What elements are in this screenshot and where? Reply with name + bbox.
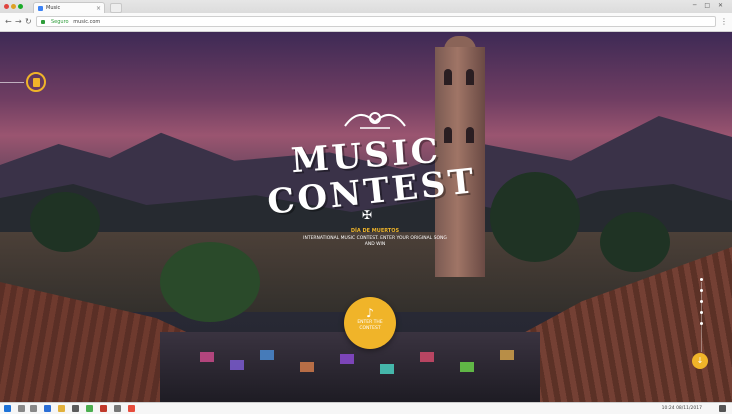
browser-nav-bar: ← → ↻ Seguro music.com ⋮ — [0, 13, 732, 32]
crowd — [160, 332, 540, 402]
close-window-icon[interactable] — [4, 4, 9, 9]
edge-icon[interactable] — [44, 405, 51, 412]
file-explorer-icon[interactable] — [58, 405, 65, 412]
tree — [600, 212, 670, 272]
pager-dot[interactable] — [700, 311, 703, 314]
tree — [160, 242, 260, 322]
sidebar-line — [0, 82, 24, 83]
new-tab-button[interactable] — [110, 3, 122, 13]
papel-picado-flag — [300, 362, 314, 372]
enter-contest-button[interactable]: ♪ ENTER THE CONTEST — [344, 297, 396, 349]
app-icon[interactable] — [100, 405, 107, 412]
task-view-icon[interactable] — [30, 405, 37, 412]
pager-dot[interactable] — [700, 289, 703, 292]
tower-window — [444, 69, 452, 85]
browser-menu-icon[interactable]: ⋮ — [720, 16, 728, 28]
hero-description: INTERNATIONAL MUSIC CONTEST. ENTER YOUR … — [303, 236, 447, 247]
tray-date: 08/11/2017 — [676, 406, 702, 411]
document-icon — [33, 78, 40, 87]
pager-dot[interactable] — [700, 322, 703, 325]
crossed-swords-icon: ✠ — [362, 208, 373, 222]
papel-picado-flag — [260, 350, 274, 360]
tower-window — [466, 69, 474, 85]
forward-button[interactable]: → — [15, 16, 22, 28]
papel-picado-flag — [380, 364, 394, 374]
maximize-window-icon[interactable] — [18, 4, 23, 9]
reload-button[interactable]: ↻ — [25, 16, 32, 28]
lock-icon — [41, 20, 45, 24]
papel-picado-flag — [420, 352, 434, 362]
pager-dot[interactable] — [700, 278, 703, 281]
favicon-icon — [38, 6, 43, 11]
store-icon[interactable] — [72, 405, 79, 412]
notification-icon[interactable] — [719, 405, 726, 412]
chrome-icon[interactable] — [86, 405, 93, 412]
ornament-svg — [344, 112, 406, 129]
system-tray[interactable]: 10:24 08/11/2017 — [662, 405, 702, 412]
address-bar[interactable]: Seguro music.com — [36, 16, 716, 27]
browser-tab[interactable]: Music × — [33, 2, 105, 13]
papel-picado-flag — [200, 352, 214, 362]
back-button[interactable]: ← — [5, 16, 12, 28]
scroll-down-button[interactable]: ↓ — [692, 353, 708, 369]
minimize-window-icon[interactable] — [11, 4, 16, 9]
pager-dot[interactable] — [700, 300, 703, 303]
music-note-icon: ♪ — [366, 306, 374, 320]
ornament-icon — [340, 108, 410, 134]
sidebar-menu-button[interactable] — [26, 72, 46, 92]
app-icon[interactable] — [128, 405, 135, 412]
start-icon[interactable] — [4, 405, 11, 412]
papel-picado-flag — [500, 350, 514, 360]
papel-picado-flag — [230, 360, 244, 370]
app-icon[interactable] — [114, 405, 121, 412]
papel-picado-flag — [460, 362, 474, 372]
tab-title: Music — [46, 5, 61, 11]
tray-clock: 10:24 — [661, 406, 675, 411]
cta-label: ENTER THE CONTEST — [357, 320, 383, 331]
window-controls[interactable]: ─ □ ✕ — [693, 2, 726, 9]
url-text: music.com — [73, 19, 101, 25]
papel-picado-flag — [340, 354, 354, 364]
hero-subtitle: DÍA DE MUERTOS — [350, 228, 400, 234]
os-taskbar: 10:24 08/11/2017 — [0, 402, 732, 414]
section-pager — [700, 278, 704, 333]
search-icon[interactable] — [18, 405, 25, 412]
secure-label: Seguro — [51, 19, 69, 25]
browser-tab-bar: Music × ─ □ ✕ — [0, 0, 732, 14]
hero-scene: MUSIC CONTEST ✠ DÍA DE MUERTOS INTERNATI… — [0, 32, 732, 402]
